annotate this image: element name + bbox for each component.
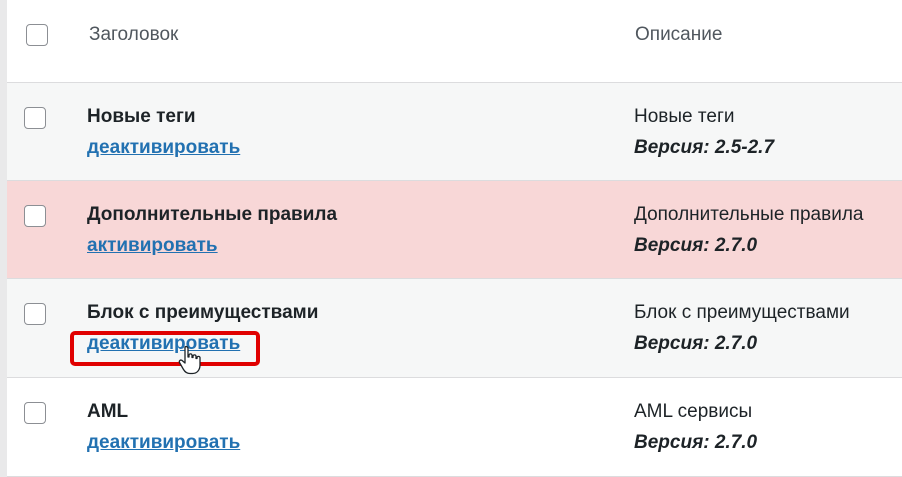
- plugin-version: Версия: 2.7.0: [634, 432, 758, 453]
- column-header-description: Описание: [635, 24, 723, 45]
- plugin-title: Дополнительные правила: [87, 204, 338, 225]
- plugin-version: Версия: 2.7.0: [634, 333, 758, 354]
- left-edge-strip: [0, 0, 7, 477]
- plugin-description: AML сервисы: [634, 401, 753, 422]
- table-row: AML деактивировать AML сервисы Версия: 2…: [7, 378, 902, 477]
- row-checkbox[interactable]: [24, 303, 46, 325]
- row-checkbox[interactable]: [24, 402, 46, 424]
- plugin-title: Новые теги: [87, 106, 196, 127]
- plugin-version: Версия: 2.7.0: [634, 235, 758, 256]
- activate-link[interactable]: активировать: [87, 235, 218, 257]
- plugin-description: Блок с преимуществами: [634, 302, 850, 323]
- table-header: Заголовок Описание: [7, 0, 902, 83]
- plugin-version: Версия: 2.5-2.7: [634, 137, 775, 158]
- deactivate-link[interactable]: деактивировать: [87, 137, 240, 159]
- table-row: Дополнительные правила активировать Допо…: [7, 181, 902, 279]
- plugin-title: AML: [87, 401, 129, 422]
- hand-pointer-icon: [178, 345, 201, 375]
- plugins-table: Заголовок Описание Новые теги деактивиро…: [7, 0, 902, 477]
- plugin-description: Дополнительные правила: [634, 204, 864, 225]
- plugin-title: Блок с преимуществами: [87, 302, 319, 323]
- deactivate-link[interactable]: деактивировать: [87, 432, 240, 454]
- deactivate-link[interactable]: деактивировать: [87, 333, 240, 355]
- column-header-title[interactable]: Заголовок: [89, 24, 178, 46]
- row-checkbox[interactable]: [24, 107, 46, 129]
- row-checkbox[interactable]: [24, 205, 46, 227]
- plugin-description: Новые теги: [634, 106, 735, 127]
- table-row: Новые теги деактивировать Новые теги Вер…: [7, 83, 902, 181]
- select-all-checkbox[interactable]: [26, 24, 48, 46]
- table-row: Блок с преимуществами деактивировать Бло…: [7, 279, 902, 378]
